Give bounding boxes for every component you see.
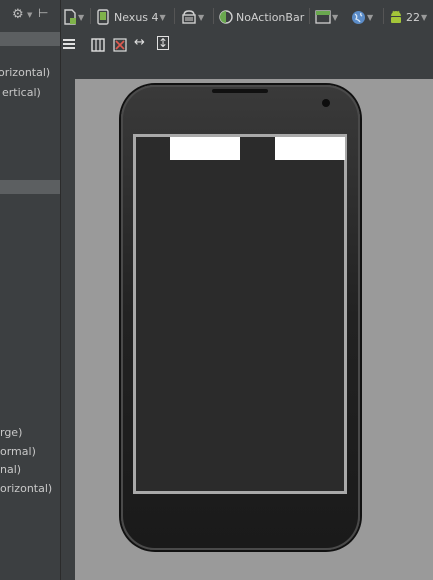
- locale-selector[interactable]: ▼: [351, 8, 373, 26]
- orientation-selector[interactable]: ▼: [63, 8, 84, 26]
- device-name: Nexus 4: [114, 10, 159, 24]
- zoom-toolbar: ↔ ↕: [61, 34, 433, 60]
- api-level: 22: [406, 10, 420, 24]
- divider: [383, 8, 384, 24]
- divider: [309, 8, 310, 24]
- view-placeholder-right[interactable]: [275, 137, 345, 160]
- activity-selector[interactable]: ▼: [315, 8, 338, 26]
- android-icon: [391, 10, 401, 23]
- list-item[interactable]: orizontal): [0, 482, 52, 496]
- list-item[interactable]: rge): [0, 426, 22, 440]
- splitter[interactable]: [61, 0, 75, 580]
- config-selector[interactable]: ▼: [181, 8, 204, 26]
- vertical-arrows-icon[interactable]: ↕: [157, 36, 169, 50]
- device-icon: [97, 9, 109, 25]
- list-item[interactable]: ertical): [2, 86, 41, 100]
- chevron-down-icon: ▼: [367, 12, 374, 22]
- theme-name: NoActionBar: [236, 10, 305, 24]
- divider: [213, 8, 214, 24]
- chevron-down-icon: ▼: [159, 12, 166, 22]
- chevron-down-icon[interactable]: ▼: [27, 11, 32, 19]
- layout-columns-icon[interactable]: [91, 38, 105, 52]
- chevron-down-icon: ▼: [198, 12, 205, 22]
- layout-toolbar: ▼ Nexus 4 ▼ ▼ NoActionBar ▼ ▼ 22 ▼: [61, 0, 433, 34]
- theme-selector[interactable]: NoActionBar: [219, 8, 304, 26]
- device-screen[interactable]: [133, 134, 347, 494]
- gear-icon[interactable]: ⚙: [12, 7, 24, 22]
- clear-constraints-icon[interactable]: [113, 38, 127, 52]
- device-selector[interactable]: Nexus 4 ▼: [96, 8, 166, 26]
- speaker-icon: [212, 89, 268, 93]
- left-panel-toolbar: ⚙ ▼ ⊢: [0, 0, 60, 30]
- list-item[interactable]: nal): [0, 463, 21, 477]
- list-item[interactable]: ormal): [0, 445, 36, 459]
- globe-icon: [352, 10, 365, 24]
- group-header[interactable]: [0, 180, 60, 194]
- divider: [90, 8, 91, 24]
- hamburger-icon[interactable]: [63, 39, 75, 49]
- file-orientation-icon: [64, 9, 76, 25]
- horizontal-arrows-icon[interactable]: ↔: [134, 35, 145, 50]
- divider: [174, 8, 175, 24]
- group-header[interactable]: [0, 32, 60, 46]
- theme-icon: [219, 10, 233, 24]
- camera-icon: [322, 99, 330, 107]
- config-icon: [182, 10, 196, 24]
- chevron-down-icon: ▼: [421, 12, 428, 22]
- list-item[interactable]: orizontal): [0, 66, 50, 80]
- activity-icon: [315, 10, 331, 24]
- chevron-down-icon: ▼: [78, 12, 85, 22]
- pin-icon[interactable]: ⊢: [38, 6, 48, 20]
- api-level-selector[interactable]: 22 ▼: [389, 8, 427, 26]
- chevron-down-icon: ▼: [332, 12, 339, 22]
- left-panel: ⚙ ▼ ⊢ orizontal) ertical) rge) ormal) na…: [0, 0, 61, 580]
- view-placeholder-left[interactable]: [170, 137, 240, 160]
